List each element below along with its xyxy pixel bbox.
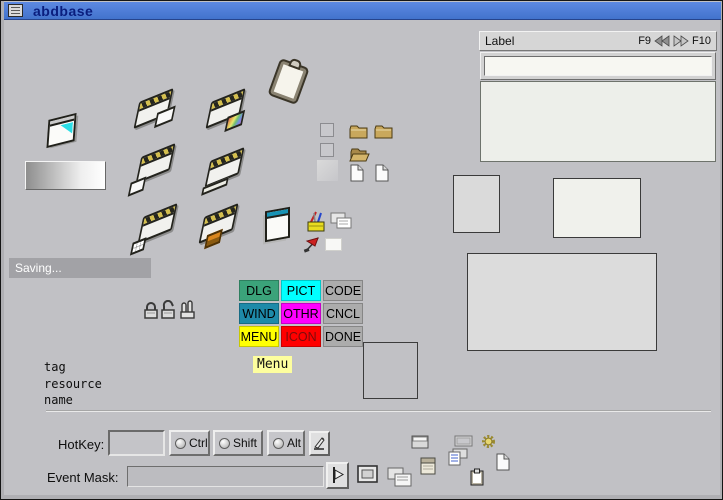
frame-outline-icon[interactable]	[454, 435, 473, 447]
folder-icon[interactable]	[374, 125, 393, 139]
event-mask-input[interactable]	[127, 466, 324, 487]
construction-window-bulldozer-icon[interactable]	[192, 202, 246, 250]
beige-panel-icon[interactable]	[420, 457, 436, 475]
window-menu-icon[interactable]	[8, 4, 23, 17]
shift-button[interactable]: Shift	[213, 430, 263, 456]
outline-square[interactable]	[363, 342, 418, 399]
clipboard-icon[interactable]	[267, 58, 309, 105]
folder-icon[interactable]	[349, 125, 368, 139]
notepad-icon[interactable]	[448, 448, 468, 466]
window-title: abdbase	[33, 3, 93, 19]
pen-icon	[312, 435, 327, 452]
name-label: name	[44, 393, 73, 407]
toolbox-icon[interactable]	[306, 210, 326, 233]
label-panel-title: Label	[485, 34, 514, 48]
palette-button-pict[interactable]: PICT	[281, 280, 321, 301]
window-3d-cyan-icon[interactable]	[46, 113, 76, 148]
alt-radio[interactable]	[273, 438, 284, 449]
next-key-label: F10	[692, 35, 711, 47]
construction-window-picture-icon[interactable]	[199, 87, 253, 135]
pen-button[interactable]	[309, 431, 330, 456]
hotkey-input[interactable]	[108, 430, 165, 456]
palette-button-menu[interactable]: MENU	[239, 326, 279, 347]
canvas-box-large[interactable]	[467, 253, 657, 351]
small-clipboard-icon[interactable]	[470, 468, 484, 486]
label-display-area[interactable]	[480, 81, 716, 162]
page-icon[interactable]	[375, 164, 389, 182]
gear-icon[interactable]	[481, 434, 496, 449]
teal-window-icon[interactable]	[265, 207, 290, 242]
palette-button-icon[interactable]: ICON	[281, 326, 321, 347]
canvas-box-medium[interactable]	[553, 178, 641, 238]
ctrl-radio[interactable]	[175, 438, 186, 449]
placeholder-square-icon[interactable]	[320, 123, 334, 137]
door-arrow-icon	[330, 466, 345, 485]
inset-frame-icon[interactable]	[357, 465, 378, 483]
hotkey-label: HotKey:	[58, 437, 104, 452]
palette-button-wind[interactable]: WIND	[239, 303, 279, 324]
palette-button-dlg[interactable]: DLG	[239, 280, 279, 301]
flag-icon[interactable]	[303, 236, 323, 253]
small-window-icon[interactable]	[411, 435, 429, 449]
page-icon[interactable]	[496, 453, 510, 471]
gradient-bar-icon[interactable]	[25, 161, 106, 190]
door-arrow-button[interactable]	[326, 462, 349, 489]
label-panel-header: Label F9 F10	[479, 31, 717, 51]
label-input[interactable]	[484, 56, 712, 76]
lock-open-icon[interactable]	[160, 300, 177, 320]
drag-fingers-icon[interactable]	[179, 300, 196, 320]
placeholder-square-icon[interactable]	[320, 143, 334, 157]
construction-window-keypad-icon[interactable]	[131, 202, 185, 250]
menu-tag[interactable]: Menu	[253, 356, 292, 373]
palette-button-grid: DLGPICTCODE WINDOTHRCNCL MENUICONDONE	[239, 280, 363, 347]
label-panel: Label F9 F10	[479, 31, 717, 162]
construction-window-window-icon[interactable]	[127, 87, 181, 135]
status-text: Saving...	[15, 261, 62, 275]
label-input-frame	[480, 52, 716, 80]
shift-radio[interactable]	[219, 438, 230, 449]
titlebar[interactable]: abdbase	[4, 2, 721, 20]
app-window: abdbase Label F9 F10	[0, 0, 723, 500]
prev-key-label: F9	[638, 35, 651, 47]
construction-window-ruler-icon[interactable]	[198, 146, 252, 194]
separator-line	[46, 410, 711, 412]
palette-button-code[interactable]: CODE	[323, 280, 363, 301]
event-mask-label: Event Mask:	[47, 470, 119, 485]
resource-label: resource	[44, 377, 102, 391]
palette-button-othr[interactable]: OTHR	[281, 303, 321, 324]
prev-arrows-icon[interactable]	[654, 35, 670, 47]
construction-window-document-icon[interactable]	[129, 142, 183, 190]
folder-open-icon[interactable]	[349, 147, 370, 162]
lock-closed-icon[interactable]	[143, 301, 159, 320]
tag-label: tag	[44, 360, 66, 374]
next-arrows-icon[interactable]	[673, 35, 689, 47]
page-icon[interactable]	[350, 164, 364, 182]
alt-button[interactable]: Alt	[267, 430, 305, 456]
canvas-box-small[interactable]	[453, 175, 500, 233]
faded-square-icon[interactable]	[317, 160, 338, 181]
status-bar: Saving...	[9, 258, 151, 278]
blank-swatch-icon[interactable]	[325, 238, 342, 251]
overlapping-windows-icon[interactable]	[387, 467, 412, 488]
copy-windows-icon[interactable]	[330, 212, 353, 230]
palette-button-cncl[interactable]: CNCL	[323, 303, 363, 324]
ctrl-button[interactable]: Ctrl	[169, 430, 210, 456]
palette-button-done[interactable]: DONE	[323, 326, 363, 347]
